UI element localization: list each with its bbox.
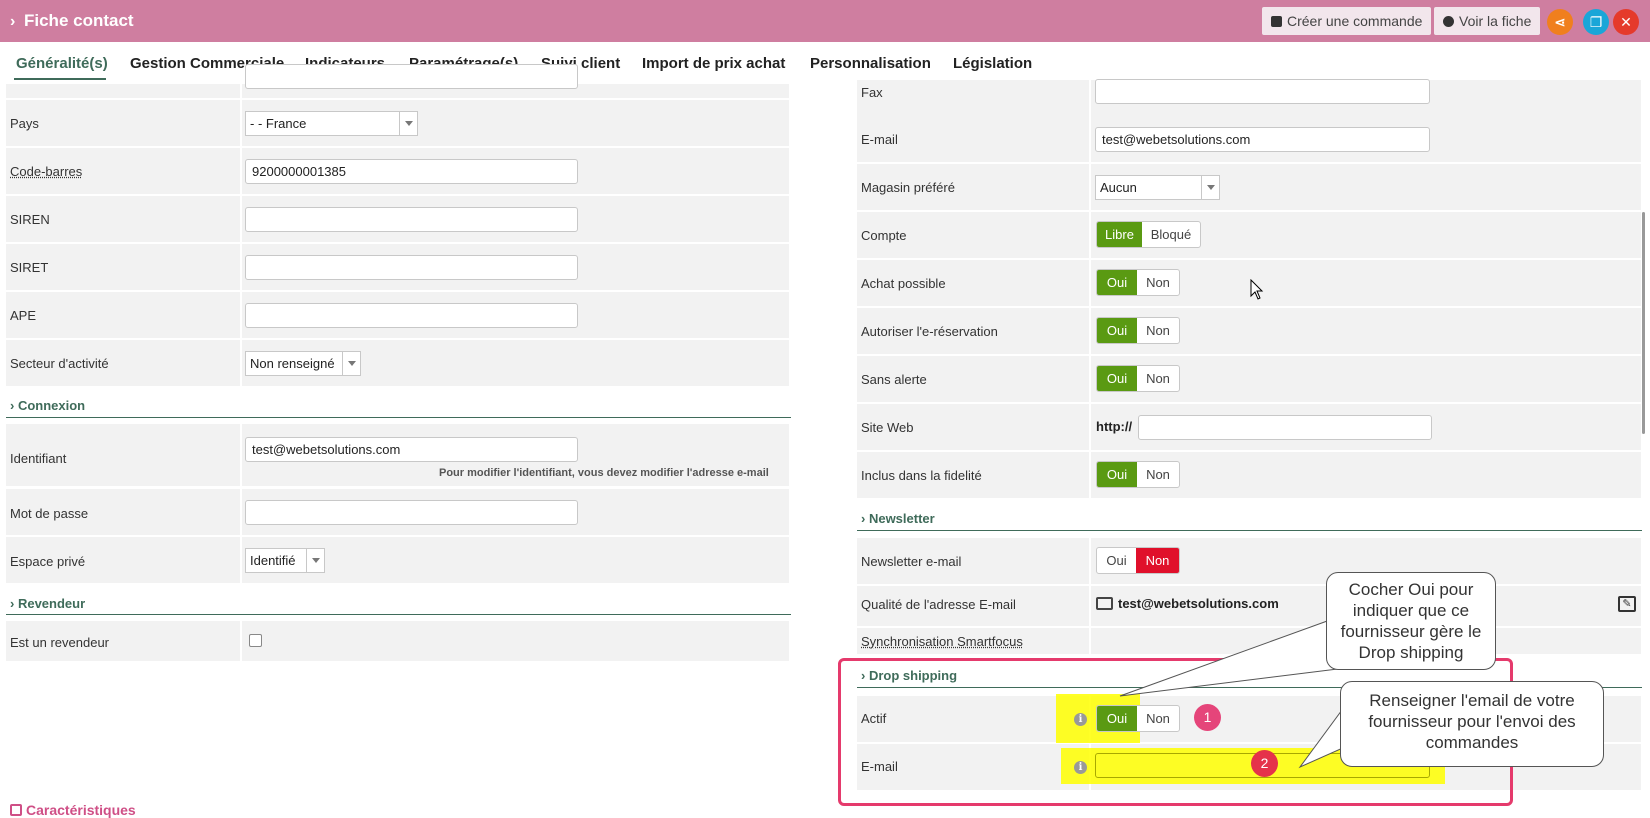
scrollbar[interactable]	[1642, 212, 1645, 434]
mouse-cursor-icon	[1250, 279, 1264, 300]
callout-supplier-email: Renseigner l'email de votre fournisseur …	[1340, 681, 1604, 767]
callout-drop-shipping: Cocher Oui pour indiquer que ce fourniss…	[1326, 572, 1496, 670]
